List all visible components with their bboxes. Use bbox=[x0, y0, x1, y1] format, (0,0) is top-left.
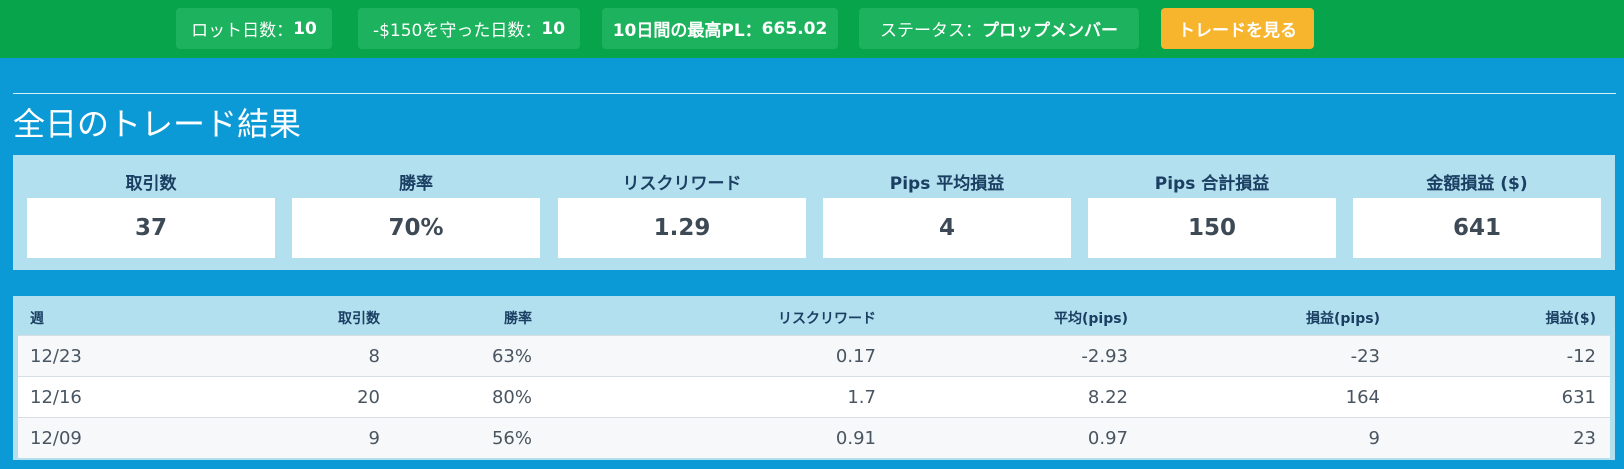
stat-value: 641 bbox=[1353, 198, 1601, 258]
stat-trade-count: 取引数 37 bbox=[27, 155, 275, 270]
cell-avg-pips: 0.97 bbox=[1087, 427, 1128, 449]
stat-value: 70% bbox=[292, 198, 540, 258]
weekly-results-table: 週 取引数 勝率 リスクリワード 平均(pips) 損益(pips) 損益($)… bbox=[13, 296, 1615, 460]
header-trade-count: 取引数 bbox=[338, 311, 380, 327]
protected-days-label: -$150を守った日数： bbox=[372, 21, 542, 41]
stat-value: 150 bbox=[1088, 198, 1336, 258]
max-pl-label: 10日間の最高PL： bbox=[612, 21, 762, 41]
header-risk-reward: リスクリワード bbox=[778, 311, 876, 327]
stat-label: 金額損益 ($) bbox=[1426, 174, 1528, 194]
cell-risk-reward: 1.7 bbox=[847, 386, 876, 408]
cell-risk-reward: 0.17 bbox=[835, 345, 876, 367]
cell-pl-dollar: 631 bbox=[1561, 386, 1596, 408]
protected-days-value: 10 bbox=[541, 18, 566, 39]
stat-label: 取引数 bbox=[125, 174, 177, 194]
table-header: 週 取引数 勝率 リスクリワード 平均(pips) 損益(pips) 損益($) bbox=[18, 301, 1610, 335]
stat-value: 4 bbox=[823, 198, 1071, 258]
stat-value: 1.29 bbox=[558, 198, 806, 258]
cell-trade-count: 9 bbox=[368, 427, 380, 449]
stat-dollar-pl: 金額損益 ($) 641 bbox=[1353, 155, 1601, 270]
stat-label: 勝率 bbox=[399, 174, 433, 194]
stat-value: 37 bbox=[27, 198, 275, 258]
cell-win-rate: 80% bbox=[491, 386, 532, 408]
cell-pl-pips: -23 bbox=[1350, 345, 1380, 367]
stat-label: リスクリワード bbox=[622, 174, 742, 194]
status-value: プロップメンバー bbox=[982, 21, 1118, 41]
cell-win-rate: 63% bbox=[491, 345, 532, 367]
stat-win-rate: 勝率 70% bbox=[292, 155, 540, 270]
cell-trade-count: 20 bbox=[357, 386, 380, 408]
cell-avg-pips: -2.93 bbox=[1081, 345, 1128, 367]
stat-risk-reward: リスクリワード 1.29 bbox=[558, 155, 806, 270]
cell-win-rate: 56% bbox=[491, 427, 532, 449]
status-label: ステータス： bbox=[880, 21, 982, 41]
cell-week: 12/16 bbox=[30, 386, 82, 408]
cell-pl-dollar: 23 bbox=[1573, 427, 1596, 449]
max-pl-badge: 10日間の最高PL： 665.02 bbox=[602, 8, 838, 49]
table-row: 12/16 20 80% 1.7 8.22 164 631 bbox=[18, 376, 1610, 417]
cell-week: 12/23 bbox=[30, 345, 82, 367]
header-pl-dollar: 損益($) bbox=[1545, 311, 1596, 327]
stat-label: Pips 平均損益 bbox=[889, 174, 1005, 194]
header-week: 週 bbox=[30, 311, 44, 327]
stats-panel: 取引数 37 勝率 70% リスクリワード 1.29 Pips 平均損益 4 P… bbox=[13, 155, 1615, 270]
cell-avg-pips: 8.22 bbox=[1087, 386, 1128, 408]
stat-label: Pips 合計損益 bbox=[1154, 174, 1270, 194]
view-trades-button[interactable]: トレードを見る bbox=[1161, 8, 1314, 49]
header-avg-pips: 平均(pips) bbox=[1054, 311, 1128, 327]
table-row: 12/09 9 56% 0.91 0.97 9 23 bbox=[18, 417, 1610, 458]
status-badge: ステータス： プロップメンバー bbox=[859, 8, 1139, 49]
cell-trade-count: 8 bbox=[368, 345, 380, 367]
top-status-bar: ロット日数： 10 -$150を守った日数： 10 10日間の最高PL： 665… bbox=[0, 0, 1624, 58]
cell-pl-pips: 164 bbox=[1345, 386, 1380, 408]
cell-risk-reward: 0.91 bbox=[835, 427, 876, 449]
cell-week: 12/09 bbox=[30, 427, 82, 449]
cell-pl-dollar: -12 bbox=[1566, 345, 1596, 367]
max-pl-value: 665.02 bbox=[761, 18, 828, 39]
stat-pips-average: Pips 平均損益 4 bbox=[823, 155, 1071, 270]
cell-pl-pips: 9 bbox=[1368, 427, 1380, 449]
lot-days-value: 10 bbox=[293, 18, 317, 39]
protected-days-badge: -$150を守った日数： 10 bbox=[358, 8, 580, 49]
lot-days-badge: ロット日数： 10 bbox=[176, 8, 332, 49]
header-pl-pips: 損益(pips) bbox=[1306, 311, 1380, 327]
lot-days-label: ロット日数： bbox=[191, 21, 294, 41]
section-divider bbox=[13, 93, 1616, 94]
section-title: 全日のトレード結果 bbox=[13, 105, 302, 143]
stat-pips-total: Pips 合計損益 150 bbox=[1088, 155, 1336, 270]
header-win-rate: 勝率 bbox=[504, 311, 532, 327]
table-row: 12/23 8 63% 0.17 -2.93 -23 -12 bbox=[18, 335, 1610, 376]
